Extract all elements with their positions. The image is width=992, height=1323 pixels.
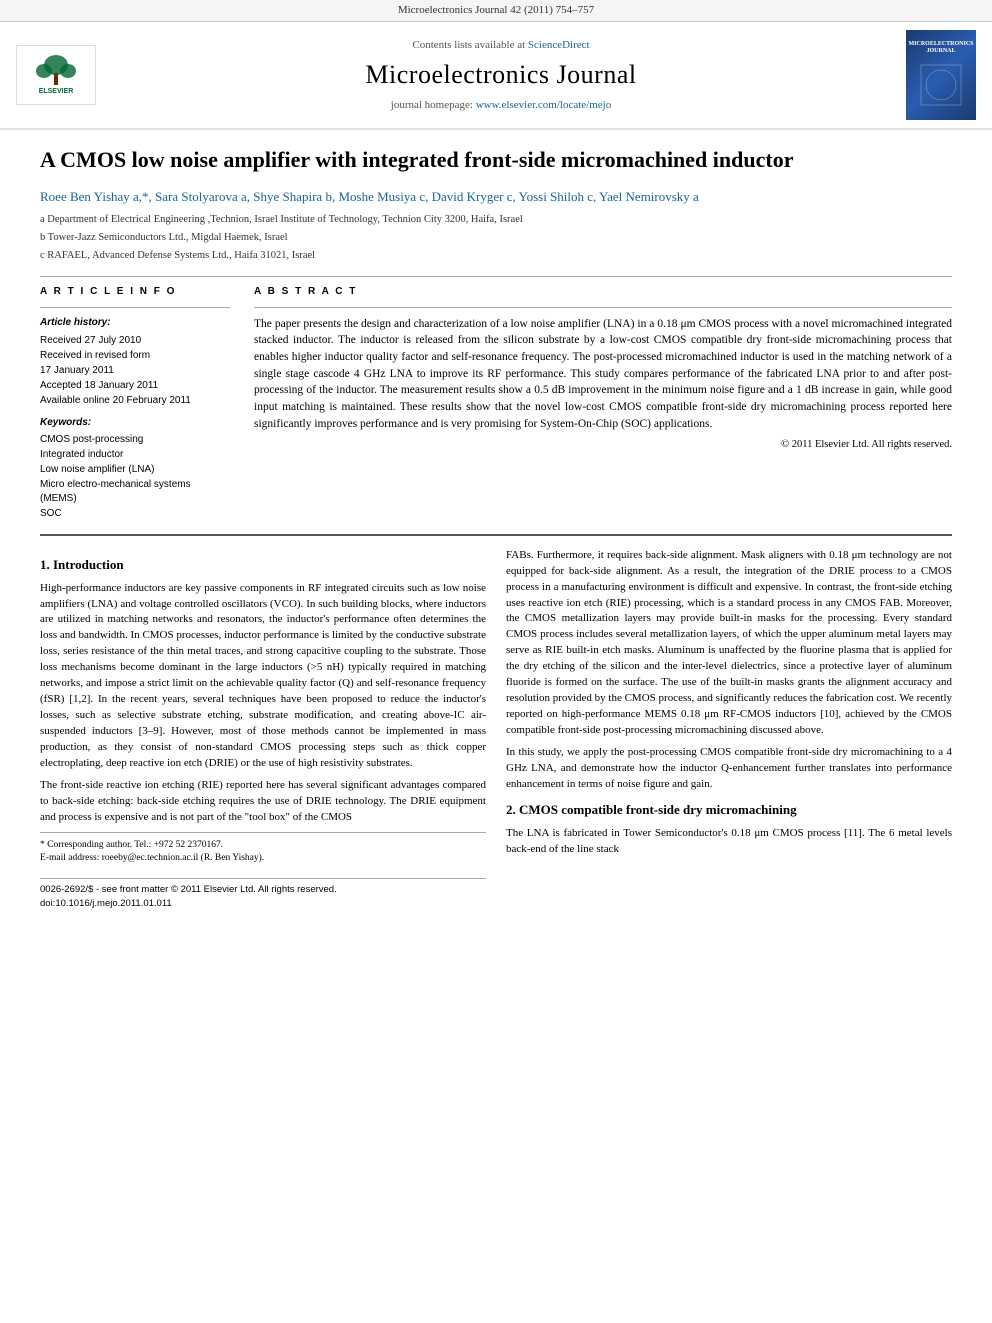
divider-ai (40, 307, 230, 308)
received-date: Received 27 July 2010 (40, 334, 230, 348)
contents-line: Contents lists available at ScienceDirec… (96, 38, 906, 53)
intro-heading: 1. Introduction (40, 556, 486, 575)
keyword-3: Low noise amplifier (LNA) (40, 463, 230, 477)
divider-1 (40, 276, 952, 277)
info-abstract-section: A R T I C L E I N F O Article history: R… (40, 285, 952, 522)
footnote-email: E-mail address: roeeby@ec.technion.ac.il… (40, 852, 486, 866)
abstract-heading: A B S T R A C T (254, 285, 952, 299)
affiliation-b: b Tower-Jazz Semiconductors Ltd., Migdal… (40, 230, 952, 246)
accepted-date: Accepted 18 January 2011 (40, 379, 230, 393)
keywords-label: Keywords: (40, 416, 230, 430)
article-info-heading: A R T I C L E I N F O (40, 285, 230, 299)
citation-text: Microelectronics Journal 42 (2011) 754–7… (398, 4, 594, 16)
keyword-1: CMOS post-processing (40, 433, 230, 447)
affiliation-a: a Department of Electrical Engineering ,… (40, 212, 952, 228)
journal-main-title: Microelectronics Journal (96, 57, 906, 93)
intro-p2: The front-side reactive ion etching (RIE… (40, 778, 486, 826)
affiliation-c: c RAFAEL, Advanced Defense Systems Ltd.,… (40, 248, 952, 264)
revised-date: 17 January 2011 (40, 364, 230, 378)
body-col2-p2: In this study, we apply the post-process… (506, 745, 952, 793)
keyword-4: Micro electro-mechanical systems (MEMS) (40, 478, 230, 506)
article-info-col: A R T I C L E I N F O Article history: R… (40, 285, 230, 522)
available-date: Available online 20 February 2011 (40, 394, 230, 408)
footnote-bar: 0026-2692/$ - see front matter © 2011 El… (40, 878, 486, 911)
body-columns: 1. Introduction High-performance inducto… (40, 548, 952, 911)
journal-title-block: Contents lists available at ScienceDirec… (96, 38, 906, 113)
history-label: Article history: (40, 316, 230, 330)
sciencedirect-link[interactable]: ScienceDirect (528, 39, 590, 51)
homepage-link[interactable]: www.elsevier.com/locate/mejo (476, 99, 612, 111)
abstract-col: A B S T R A C T The paper presents the d… (254, 285, 952, 522)
intro-p1: High-performance inductors are key passi… (40, 581, 486, 772)
revised-label: Received in revised form (40, 349, 230, 363)
svg-text:ELSEVIER: ELSEVIER (38, 88, 73, 95)
journal-cover-thumbnail: MICROELECTRONICS JOURNAL (906, 30, 976, 120)
copyright-line: © 2011 Elsevier Ltd. All rights reserved… (254, 438, 952, 453)
affiliations: a Department of Electrical Engineering ,… (40, 212, 952, 263)
footnote-star: * Corresponding author. Tel.: +972 52 23… (40, 839, 486, 853)
citation-bar: Microelectronics Journal 42 (2011) 754–7… (0, 0, 992, 22)
authors-line: Roee Ben Yishay a,*, Sara Stolyarova a, … (40, 187, 952, 207)
footnote-bar1: 0026-2692/$ - see front matter © 2011 El… (40, 883, 486, 897)
body-left-col: 1. Introduction High-performance inducto… (40, 548, 486, 911)
body-right-col: FABs. Furthermore, it requires back-side… (506, 548, 952, 911)
journal-banner: ELSEVIER Contents lists available at Sci… (0, 22, 992, 130)
footnote-area: * Corresponding author. Tel.: +972 52 23… (40, 832, 486, 867)
elsevier-logo: ELSEVIER (16, 45, 96, 105)
abstract-text: The paper presents the design and charac… (254, 316, 952, 433)
footnote-bar2: doi:10.1016/j.mejo.2011.01.011 (40, 897, 486, 911)
paper-title: A CMOS low noise amplifier with integrat… (40, 146, 952, 175)
main-content: A CMOS low noise amplifier with integrat… (0, 130, 992, 930)
body-col2-p1: FABs. Furthermore, it requires back-side… (506, 548, 952, 739)
journal-homepage: journal homepage: www.elsevier.com/locat… (96, 98, 906, 113)
divider-body (40, 534, 952, 536)
section2-heading: 2. CMOS compatible front-side dry microm… (506, 801, 952, 820)
divider-abs (254, 307, 952, 308)
keyword-5: SOC (40, 507, 230, 521)
section2-p1: The LNA is fabricated in Tower Semicondu… (506, 826, 952, 858)
keyword-2: Integrated inductor (40, 448, 230, 462)
